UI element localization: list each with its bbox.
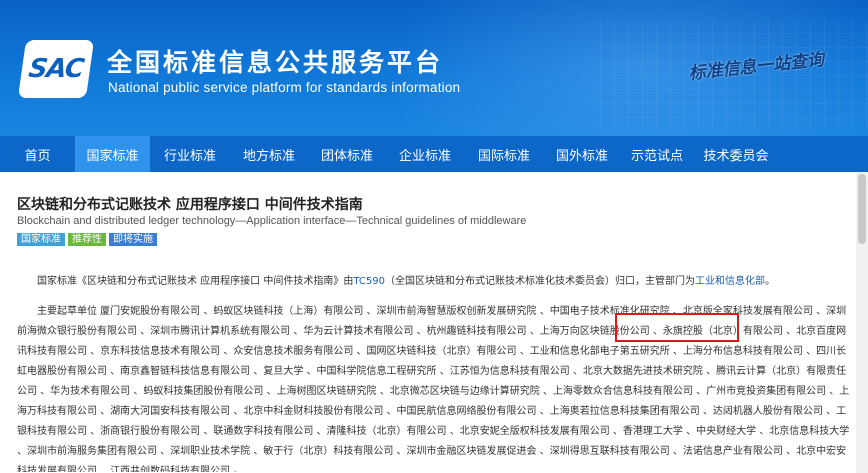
nav-item-local-standards[interactable]: 地方标准: [230, 136, 308, 172]
standard-title: 区块链和分布式记账技术 应用程序接口 中间件技术指南: [17, 197, 363, 213]
site-title-en: National public service platform for sta…: [108, 80, 461, 95]
tag-national-standard: 国家标准: [17, 233, 65, 246]
nav-item-demo-pilot[interactable]: 示范试点: [620, 136, 694, 172]
nav-item-group-standards[interactable]: 团体标准: [308, 136, 386, 172]
standard-tags: 国家标准 推荐性 即将实施: [17, 233, 157, 246]
intro-text-1: 国家标准《区块链和分布式记账技术 应用程序接口 中间件技术指南》由: [37, 276, 354, 287]
nav-item-national-standards[interactable]: 国家标准: [75, 136, 150, 172]
standard-detail: 区块链和分布式记账技术 应用程序接口 中间件技术指南 Blockchain an…: [0, 172, 868, 473]
nav-item-home[interactable]: 首页: [0, 136, 75, 172]
site-slogan: 标准信息一站查询: [687, 49, 825, 85]
intro-text-3: 。: [764, 276, 775, 287]
standard-title-en: Blockchain and distributed ledger techno…: [17, 215, 527, 227]
ministry-link[interactable]: 工业和信息化部: [695, 276, 765, 287]
tag-upcoming: 即将实施: [109, 233, 157, 246]
main-nav: 首页 国家标准 行业标准 地方标准 团体标准 企业标准 国际标准 国外标准 示范…: [0, 136, 868, 172]
sac-logo[interactable]: SAC: [17, 40, 95, 98]
nav-item-technical-committee[interactable]: 技术委员会: [694, 136, 778, 172]
committee-link[interactable]: TC590: [353, 276, 385, 287]
site-header: SAC 全国标准信息公共服务平台 National public service…: [0, 0, 868, 136]
nav-item-international-standards[interactable]: 国际标准: [464, 136, 544, 172]
nav-item-industry-standards[interactable]: 行业标准: [150, 136, 230, 172]
highlight-box: [615, 313, 739, 342]
tag-recommended: 推荐性: [68, 233, 106, 246]
intro-text-2: （全国区块链和分布式记账技术标准化技术委员会）归口，主管部门为: [384, 276, 695, 287]
logo-text: SAC: [26, 54, 86, 84]
nav-item-foreign-standards[interactable]: 国外标准: [544, 136, 620, 172]
scrollbar-thumb[interactable]: [858, 174, 866, 244]
nav-item-enterprise-standards[interactable]: 企业标准: [386, 136, 464, 172]
intro-paragraph: 国家标准《区块链和分布式记账技术 应用程序接口 中间件技术指南》由TC590（全…: [17, 272, 852, 292]
site-title-cn: 全国标准信息公共服务平台: [107, 48, 444, 77]
